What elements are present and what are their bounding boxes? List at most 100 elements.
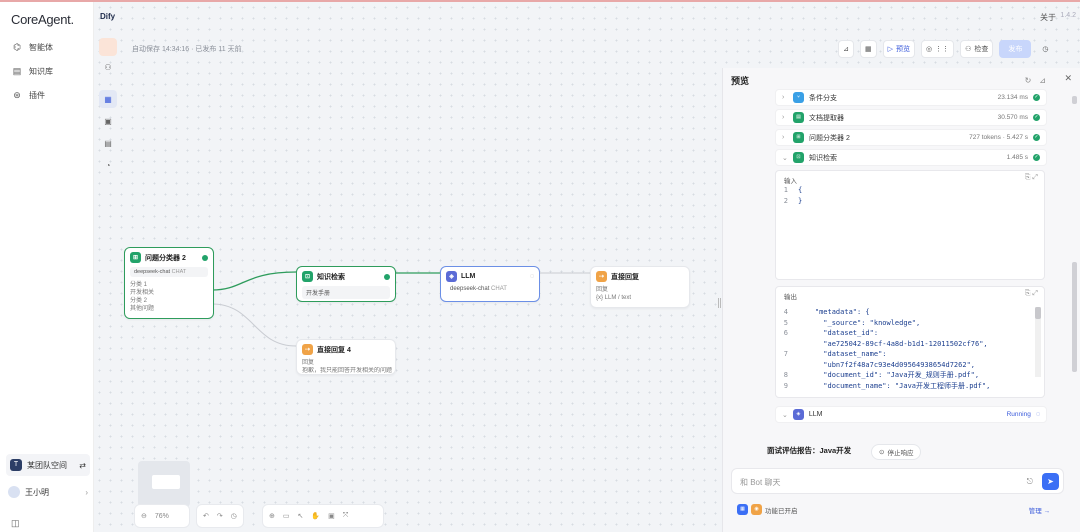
chevron-down-icon: ⌄	[782, 411, 788, 419]
hand-icon[interactable]: ✋	[311, 512, 320, 520]
panel-scrollbar[interactable]	[1072, 96, 1077, 104]
chat-input-box[interactable]: 和 Bot 聊天 ⎋ ➤	[731, 468, 1064, 494]
plugin-icon: ⊛	[13, 89, 21, 100]
user-name: 王小明	[25, 487, 49, 497]
classifier-icon: ⊞	[130, 252, 141, 263]
node-title: 直接回复 4	[317, 346, 351, 354]
avatar	[8, 486, 20, 498]
redo-icon[interactable]: ↷	[217, 512, 223, 520]
node-title: 知识检索	[317, 273, 345, 281]
user-menu[interactable]: 王小明 ›	[8, 485, 88, 499]
success-check-icon: ✓	[1033, 134, 1040, 141]
output-block: 输出 ⎘ ⤢ 4 "metadata": { 5 "_source": "kno…	[775, 286, 1045, 398]
step-name: 文档提取器	[809, 114, 844, 122]
stop-icon: ⊙	[879, 449, 885, 456]
history-icon[interactable]: ◷	[231, 512, 237, 520]
success-dot-icon	[384, 273, 390, 280]
feature-icon: ◉	[751, 504, 762, 515]
canvas-toolbar: ⊕ ▭ ↖ ✋ ▣ ⤧	[262, 504, 384, 528]
step-meta: 727 tokens · 5.427 s	[969, 134, 1028, 141]
loading-icon: ◌	[529, 273, 534, 280]
trace-step-doc-extractor[interactable]: › ▤ 文档提取器 30.570 ms ✓	[775, 109, 1047, 126]
step-meta: 23.134 ms	[997, 94, 1028, 101]
reset-icon[interactable]: ↻	[1025, 76, 1032, 85]
undo-icon[interactable]: ↶	[203, 512, 209, 520]
node-question-classifier[interactable]: ⊞ 问题分类器 2 deepseek-chat CHAT 分类 1 开发相关 分类…	[124, 247, 214, 319]
variables-icon[interactable]: ⊿	[1039, 76, 1046, 85]
knowledge-base-label: 开发手册	[302, 286, 390, 299]
export-icon[interactable]: ▣	[328, 512, 335, 520]
knowledge-icon: ▤	[12, 65, 22, 76]
pointer-icon[interactable]: ↖	[298, 512, 304, 520]
minimap[interactable]	[138, 461, 190, 507]
app-sidebar: CoreAgent. ⌬ 智能体 ▤ 知识库 ⊛ 插件 T 某团队空间 ⇄ 王小…	[0, 2, 94, 532]
workspace-switcher[interactable]: T 某团队空间 ⇄	[6, 454, 90, 476]
answer-text: 面试评估报告：Java开发	[767, 446, 852, 455]
note-icon[interactable]: ▭	[283, 512, 290, 520]
answer-value: {x} LLM / text	[596, 295, 632, 301]
code-scrollbar[interactable]	[1035, 307, 1041, 377]
feature-label: 功能已开启	[765, 507, 798, 515]
sidebar-item-label: 智能体	[29, 42, 53, 52]
zoom-control[interactable]: ⊖ 76%	[134, 504, 190, 528]
classifier-icon: ⊞	[793, 132, 804, 143]
trace-step-retrieval[interactable]: ⌄ ⊡ 知识检索 1.485 s ✓	[775, 149, 1047, 166]
class-1-value: 开发相关	[130, 290, 155, 296]
minimap-viewport	[152, 475, 180, 489]
copy-expand-icons[interactable]: ⎘ ⤢	[1025, 290, 1038, 298]
node-model: deepseek-chat CHAT	[130, 267, 208, 277]
features-status: ▦ ◉ 功能已开启	[737, 504, 798, 515]
workspace-logo: T	[10, 459, 22, 471]
success-dot-icon	[202, 254, 208, 261]
chevron-down-icon: ⌄	[782, 154, 788, 162]
answer-icon: ⇢	[596, 271, 607, 282]
collapse-sidebar-icon[interactable]: ◫	[11, 518, 20, 529]
preview-title: 预览	[731, 76, 750, 86]
node-llm[interactable]: ◈ LLM ◌ deepseek-chat CHAT	[440, 266, 540, 302]
zoom-out-icon[interactable]: ⊖	[141, 512, 147, 520]
panel-resize-handle[interactable]	[718, 298, 721, 308]
manage-features-link[interactable]: 管理 →	[1029, 505, 1050, 515]
close-icon[interactable]: ✕	[1064, 73, 1072, 84]
sidebar-item-agent[interactable]: ⌬ 智能体	[11, 40, 53, 54]
success-check-icon: ✓	[1033, 114, 1040, 121]
trace-step-branch[interactable]: › ⑂ 条件分支 23.134 ms ✓	[775, 89, 1047, 106]
panel-scrollbar-thumb[interactable]	[1072, 262, 1077, 372]
trace-step-classifier[interactable]: › ⊞ 问题分类器 2 727 tokens · 5.427 s ✓	[775, 129, 1047, 146]
spinner-icon: ◌	[1035, 411, 1040, 418]
stop-response-button[interactable]: ⊙ 停止响应	[871, 444, 922, 460]
chat-input[interactable]: 和 Bot 聊天	[740, 477, 780, 488]
answer-label: 回复	[596, 287, 609, 293]
preview-panel: 预览 ↻ ⊿ ✕ › ⑂ 条件分支 23.134 ms ✓ › ▤ 文档提取器 …	[722, 68, 1080, 532]
node-model: deepseek-chat CHAT	[450, 286, 507, 292]
attachment-icon[interactable]: ⎋	[1027, 477, 1033, 487]
chevron-right-icon: ›	[782, 114, 785, 121]
retrieval-icon: ⊡	[793, 152, 804, 163]
llm-icon: ◈	[792, 409, 804, 420]
sidebar-item-knowledge[interactable]: ▤ 知识库	[11, 64, 53, 78]
node-knowledge-retrieval[interactable]: ⊡ 知识检索 开发手册	[296, 266, 396, 302]
organize-icon[interactable]: ⤧	[343, 512, 349, 520]
sidebar-item-label: 知识库	[29, 66, 53, 76]
zoom-level: 76%	[154, 512, 169, 520]
step-meta: 1.485 s	[1006, 154, 1028, 161]
class-2-value: 其他问题	[130, 306, 155, 312]
node-answer-4[interactable]: ⇢ 直接回复 4 回复 抱歉，我只能回答开发相关的问题	[296, 339, 396, 375]
step-meta: 30.570 ms	[997, 114, 1028, 121]
send-icon[interactable]: ➤	[1042, 473, 1059, 490]
retrieval-icon: ⊡	[302, 271, 313, 282]
trace-step-llm[interactable]: ⌄ ◈ LLM Running ◌	[775, 406, 1047, 423]
node-title: 直接回复	[611, 273, 639, 281]
sidebar-item-plugin[interactable]: ⊛ 插件	[11, 88, 45, 102]
agent-icon: ⌬	[13, 41, 21, 52]
step-status: Running	[1006, 411, 1031, 418]
success-check-icon: ✓	[1033, 154, 1040, 161]
sidebar-item-label: 插件	[29, 90, 45, 100]
input-label: 输入	[784, 178, 797, 185]
success-check-icon: ✓	[1033, 94, 1040, 101]
add-node-icon[interactable]: ⊕	[269, 512, 275, 520]
input-block: 输入 ⎘ ⤢ 1{ 2}	[775, 170, 1045, 280]
node-answer[interactable]: ⇢ 直接回复 回复 {x} LLM / text	[590, 266, 690, 308]
copy-expand-icons[interactable]: ⎘ ⤢	[1025, 174, 1038, 182]
class-2-label: 分类 2	[130, 298, 148, 304]
